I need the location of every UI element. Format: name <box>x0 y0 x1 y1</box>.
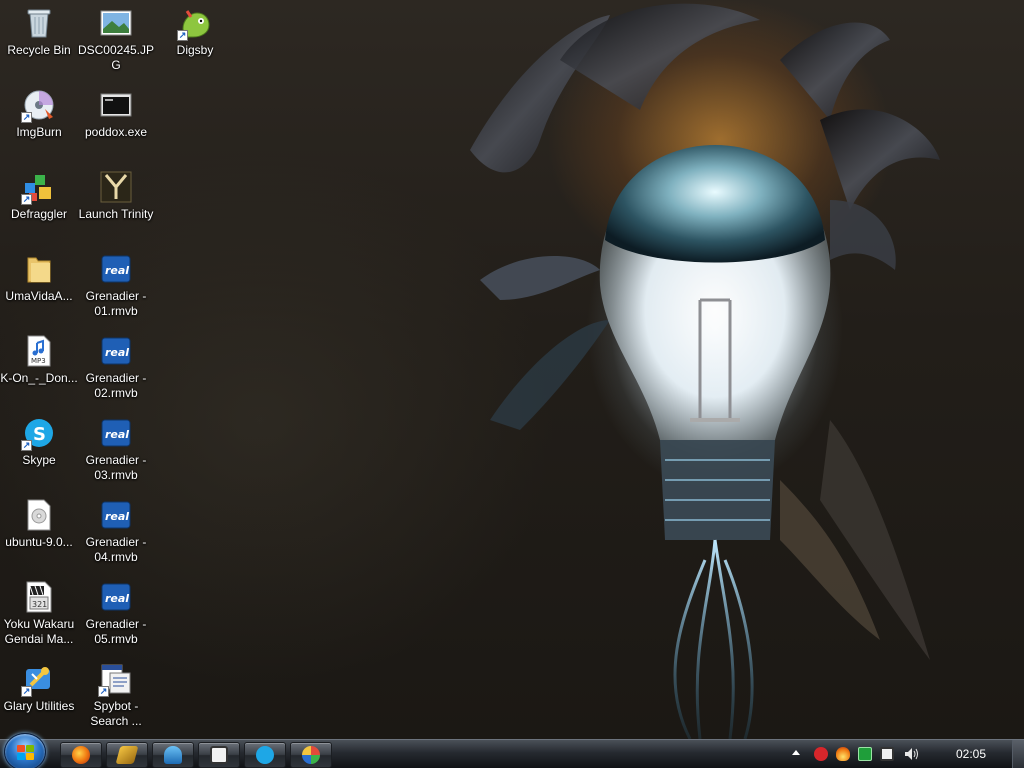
desktop-icon-label: Grenadier - 03.rmvb <box>85 453 147 482</box>
image-file-icon <box>100 7 132 39</box>
system-tray <box>784 740 1024 768</box>
desktop-icon-spybot[interactable]: ↗ Spybot - Search ... <box>77 658 155 736</box>
desktop-icon-grenadier-04[interactable]: real Grenadier - 04.rmvb <box>77 494 155 572</box>
svg-text:MP3: MP3 <box>31 357 46 365</box>
recycle-bin-icon <box>23 7 55 39</box>
taskbar-button-paint[interactable] <box>290 742 332 768</box>
desktop-icon-label: Digsby <box>176 43 214 57</box>
taskbar-button-winamp[interactable] <box>106 742 148 768</box>
desktop-icon-label: K-On_-_Don... <box>0 371 78 385</box>
svg-text:real: real <box>105 264 129 277</box>
svg-text:real: real <box>105 592 129 605</box>
desktop-icon-defraggler[interactable]: ↗ Defraggler <box>0 166 78 244</box>
desktop-icon-grenadier-02[interactable]: real Grenadier - 02.rmvb <box>77 330 155 408</box>
desktop-icon-umavida[interactable]: UmaVidaA... <box>0 248 78 326</box>
windows-orb-icon <box>17 745 35 761</box>
taskbar-button-network[interactable] <box>152 742 194 768</box>
svg-text:real: real <box>105 346 129 359</box>
desktop-icon-launch-trinity[interactable]: Launch Trinity <box>77 166 155 244</box>
desktop-icon-poddox[interactable]: poddox.exe <box>77 84 155 162</box>
taskbar-button-skype[interactable] <box>244 742 286 768</box>
desktop-icon-skype[interactable]: S ↗ Skype <box>0 412 78 490</box>
desktop-icon-label: Grenadier - 04.rmvb <box>85 535 147 564</box>
iso-file-icon <box>23 499 55 531</box>
real-media-icon: real <box>100 499 132 531</box>
volume-icon[interactable] <box>904 747 918 761</box>
video-file-icon: 321 <box>23 581 55 613</box>
svg-text:real: real <box>105 428 129 441</box>
real-media-icon: real <box>100 417 132 449</box>
desktop-icon-digsby[interactable]: ↗ Digsby <box>156 2 234 80</box>
desktop-icon-label: Yoku Wakaru Gendai Ma... <box>3 617 75 646</box>
utorrent-tray-icon[interactable] <box>858 747 872 761</box>
glary-icon: ↗ <box>21 663 55 697</box>
show-hidden-icon[interactable] <box>792 750 800 755</box>
desktop-icon-label: Skype <box>22 453 56 467</box>
svg-text:S: S <box>33 424 46 445</box>
folder-icon <box>23 253 55 285</box>
skype-icon <box>256 746 274 764</box>
desktop-icon-label: Defraggler <box>10 207 68 221</box>
desktop-icon-label: Recycle Bin <box>7 43 71 57</box>
executable-icon <box>100 89 132 121</box>
desktop-icon-k-on[interactable]: MP3 K-On_-_Don... <box>0 330 78 408</box>
desktop-icon-grenadier-05[interactable]: real Grenadier - 05.rmvb <box>77 576 155 654</box>
disc-burner-icon: ↗ <box>21 89 55 123</box>
real-media-icon: real <box>100 581 132 613</box>
paint-icon <box>302 746 320 764</box>
real-media-icon: real <box>100 253 132 285</box>
taskbar-button-firefox[interactable] <box>60 742 102 768</box>
taskbar-button-console[interactable] <box>198 742 240 768</box>
desktop-icon-label: poddox.exe <box>84 125 148 139</box>
desktop-icon-label: ImgBurn <box>16 125 62 139</box>
mp3-file-icon: MP3 <box>23 335 55 367</box>
defrag-icon: ↗ <box>21 171 55 205</box>
svg-text:real: real <box>105 510 129 523</box>
show-desktop-button[interactable] <box>1012 740 1024 768</box>
desktop-icon-imgburn[interactable]: ↗ ImgBurn <box>0 84 78 162</box>
flame-tray-icon[interactable] <box>836 747 850 761</box>
desktop-icon-glary-utilities[interactable]: ↗ Glary Utilities <box>0 658 78 736</box>
monitor-tray-icon[interactable] <box>880 747 894 761</box>
desktop-icon-label: Grenadier - 02.rmvb <box>85 371 147 400</box>
firefox-icon <box>72 746 90 764</box>
clock[interactable]: 02:05 <box>956 747 986 761</box>
network-icon <box>164 746 182 764</box>
skype-icon: S ↗ <box>21 417 55 451</box>
desktop-icon-label: UmaVidaA... <box>5 289 73 303</box>
digsby-icon: ↗ <box>177 7 211 41</box>
desktop-icon-label: DSC00245.JPG <box>77 43 155 72</box>
desktop-icon-yoku-wakaru[interactable]: 321 Yoku Wakaru Gendai Ma... <box>0 576 78 654</box>
desktop-icon-label: Grenadier - 05.rmvb <box>85 617 147 646</box>
spybot-icon: ↗ <box>98 663 132 697</box>
winamp-icon <box>115 746 139 764</box>
desktop-icon-grenadier-03[interactable]: real Grenadier - 03.rmvb <box>77 412 155 490</box>
desktop-icon-label: Grenadier - 01.rmvb <box>85 289 147 318</box>
trinity-icon <box>100 171 132 203</box>
desktop-icon-label: Spybot - Search ... <box>90 699 142 728</box>
digsby-tray-icon[interactable] <box>814 747 828 761</box>
console-icon <box>210 746 228 764</box>
desktop-icon-label: Launch Trinity <box>78 207 154 221</box>
svg-text:321: 321 <box>32 600 47 609</box>
desktop-icon-grenadier-01[interactable]: real Grenadier - 01.rmvb <box>77 248 155 326</box>
desktop-icon-label: ubuntu-9.0... <box>5 535 73 549</box>
desktop-icon-label: Glary Utilities <box>3 699 75 713</box>
real-media-icon: real <box>100 335 132 367</box>
desktop-icon-recycle-bin[interactable]: Recycle Bin <box>0 2 78 80</box>
desktop-icon-ubuntu[interactable]: ubuntu-9.0... <box>0 494 78 572</box>
taskbar: 02:05 <box>0 733 1024 768</box>
start-button[interactable] <box>4 733 46 768</box>
desktop-icon-dsc-image[interactable]: DSC00245.JPG <box>77 2 155 80</box>
